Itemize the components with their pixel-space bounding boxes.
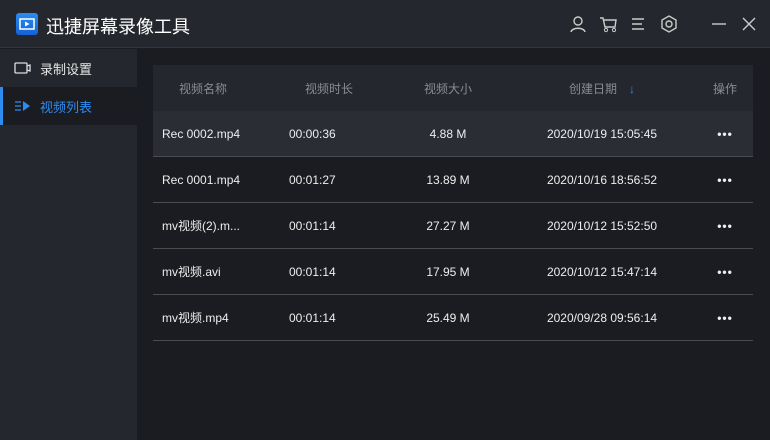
settings-icon[interactable] — [659, 14, 679, 34]
cell-name: Rec 0001.mp4 — [162, 172, 241, 187]
cell-size: 13.89 M — [426, 172, 470, 187]
column-actions: 操作 — [712, 81, 737, 96]
table-row[interactable]: mv视频.avi 00:01:14 17.95 M 2020/10/12 15:… — [153, 249, 753, 295]
table-row[interactable]: Rec 0001.mp4 00:01:27 13.89 M 2020/10/16… — [153, 157, 753, 203]
sidebar-item-video-list[interactable]: 视频列表 — [0, 87, 137, 125]
video-table: 视频名称 视频时长 视频大小 创建日期 ↓ 操作 Rec 0002.mp4 00:… — [153, 65, 753, 341]
title-bar: 迅捷屏幕录像工具 — [0, 0, 770, 48]
sidebar: 录制设置 视频列表 — [0, 49, 137, 440]
cell-size: 25.49 M — [426, 310, 470, 325]
table-row[interactable]: mv视频.mp4 00:01:14 25.49 M 2020/09/28 09:… — [153, 295, 753, 341]
more-actions-icon[interactable]: ••• — [697, 311, 753, 325]
close-icon[interactable] — [739, 14, 759, 34]
table-header: 视频名称 视频时长 视频大小 创建日期 ↓ 操作 — [153, 65, 753, 111]
cell-duration: 00:01:14 — [289, 218, 336, 233]
more-actions-icon[interactable]: ••• — [697, 127, 753, 141]
column-size: 视频大小 — [423, 81, 472, 96]
cell-date: 2020/10/16 18:56:52 — [546, 172, 658, 187]
sidebar-item-label: 视频列表 — [40, 99, 93, 115]
cell-name: Rec 0002.mp4 — [162, 126, 241, 141]
more-actions-icon[interactable]: ••• — [697, 173, 753, 187]
app-title: 迅捷屏幕录像工具 — [46, 17, 190, 37]
cell-size: 27.27 M — [426, 218, 470, 233]
cell-duration: 00:01:14 — [289, 310, 336, 325]
cell-duration: 00:01:14 — [289, 264, 336, 279]
sort-down-icon[interactable]: ↓ — [629, 82, 635, 96]
more-actions-icon[interactable]: ••• — [697, 265, 753, 279]
user-icon[interactable] — [568, 14, 588, 34]
cell-duration: 00:00:36 — [289, 126, 336, 141]
cell-date: 2020/10/12 15:52:50 — [546, 218, 658, 233]
table-row[interactable]: mv视频(2).m... 00:01:14 27.27 M 2020/10/12… — [153, 203, 753, 249]
cell-name: mv视频.mp4 — [162, 311, 229, 325]
cell-size: 4.88 M — [429, 126, 467, 141]
camera-icon — [14, 62, 34, 74]
cell-date: 2020/10/12 15:47:14 — [546, 264, 658, 279]
column-date[interactable]: 创建日期 ↓ — [507, 80, 697, 97]
menu-icon[interactable] — [629, 14, 649, 34]
app-logo-icon — [16, 13, 38, 35]
sidebar-item-record-settings[interactable]: 录制设置 — [0, 49, 137, 87]
cart-icon[interactable] — [599, 14, 619, 34]
cell-date: 2020/10/19 15:05:45 — [546, 126, 658, 141]
column-date-label: 创建日期 — [568, 81, 617, 96]
cell-name: mv视频.avi — [162, 265, 221, 279]
cell-date: 2020/09/28 09:56:14 — [546, 310, 658, 325]
cell-name: mv视频(2).m... — [162, 219, 240, 233]
minimize-icon[interactable] — [709, 14, 729, 34]
column-name: 视频名称 — [179, 81, 228, 96]
column-duration: 视频时长 — [305, 81, 354, 96]
video-list-icon — [14, 100, 34, 112]
cell-duration: 00:01:27 — [289, 172, 336, 187]
more-actions-icon[interactable]: ••• — [697, 219, 753, 233]
table-row[interactable]: Rec 0002.mp4 00:00:36 4.88 M 2020/10/19 … — [153, 111, 753, 157]
cell-size: 17.95 M — [426, 264, 470, 279]
sidebar-item-label: 录制设置 — [40, 61, 93, 77]
